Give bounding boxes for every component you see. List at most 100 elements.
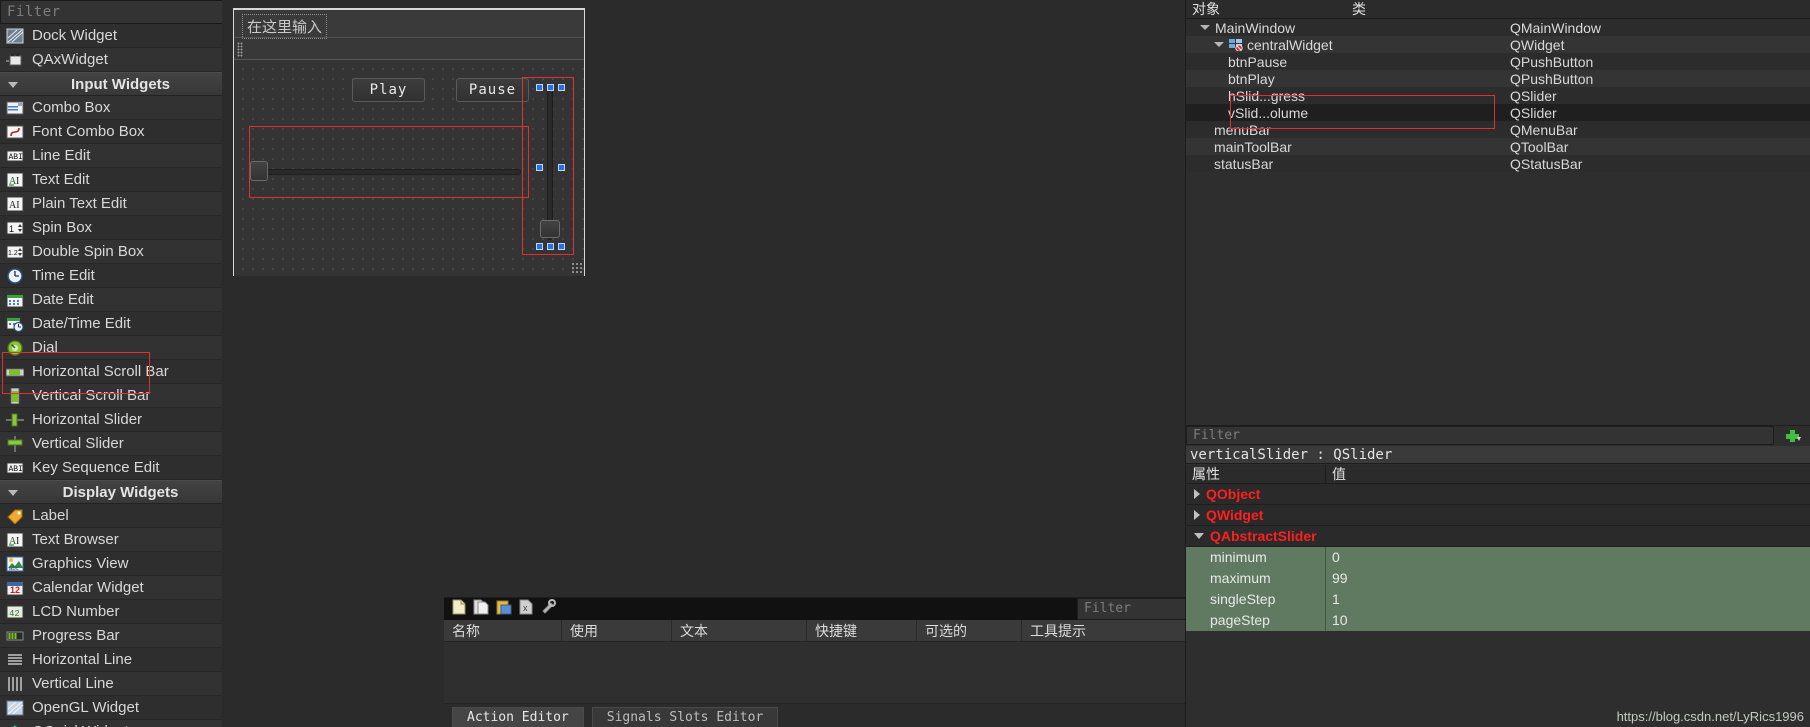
resize-handle-bottom-right[interactable] [558, 243, 565, 250]
object-row-centralwidget[interactable]: centralWidget QWidget [1186, 36, 1810, 53]
toolbar-grip-icon[interactable] [237, 42, 243, 57]
resize-handle-top-left[interactable] [536, 84, 543, 91]
new-action-icon[interactable] [452, 599, 466, 620]
object-row-maintoolbar[interactable]: mainToolBar QToolBar [1186, 138, 1810, 155]
property-row-pageStep[interactable]: pageStep 10 [1186, 609, 1810, 631]
object-row-menubar[interactable]: menuBar QMenuBar [1186, 121, 1810, 138]
property-value[interactable]: 0 [1326, 546, 1810, 568]
property-value[interactable]: 10 [1326, 609, 1810, 631]
delete-action-icon[interactable]: x [519, 599, 533, 620]
widget-item-vertical-scroll-bar[interactable]: Vertical Scroll Bar [0, 384, 241, 408]
tab-signals-slots-editor[interactable]: Signals Slots Editor [591, 707, 779, 727]
widget-item-spin-box[interactable]: 1 Spin Box [0, 216, 241, 240]
property-editor-rows[interactable]: QObject QWidget QAbstractSlider minimum 0 max… [1186, 484, 1810, 727]
property-group-qobject[interactable]: QObject [1186, 484, 1810, 505]
object-class-label: QMenuBar [1510, 121, 1578, 138]
configure-icon[interactable] [540, 598, 558, 620]
horizontal-slider-handle[interactable] [250, 161, 268, 181]
widget-item-graphics-view[interactable]: abc Graphics View [0, 552, 241, 576]
widget-item-label[interactable]: Label [0, 504, 241, 528]
object-name-cell: MainWindow [1186, 20, 1506, 36]
form-tool-bar[interactable] [234, 39, 584, 60]
object-inspector-headers: 对象 类 [1186, 0, 1810, 19]
paste-action-icon[interactable] [496, 599, 512, 620]
property-row-maximum[interactable]: maximum 99 [1186, 567, 1810, 589]
chevron-right-icon[interactable] [1194, 510, 1200, 520]
widget-item-horizontal-scroll-bar[interactable]: Horizontal Scroll Bar [0, 360, 241, 384]
widget-item-qaxwidget[interactable]: QAxWidget [0, 48, 241, 72]
widget-item-horizontal-line[interactable]: Horizontal Line [0, 648, 241, 672]
action-column-header[interactable]: 名称 [444, 620, 562, 641]
form-resize-grip[interactable] [571, 262, 583, 274]
object-row-btnpause[interactable]: btnPause QPushButton [1186, 53, 1810, 70]
widget-item-lcd-number[interactable]: 42 LCD Number [0, 600, 241, 624]
resize-handle-middle-left[interactable] [536, 164, 543, 171]
resize-handle-top-right[interactable] [558, 84, 565, 91]
tab-action-editor[interactable]: Action Editor [452, 707, 584, 727]
chevron-down-icon[interactable] [1194, 533, 1204, 539]
widget-item-dock-widget[interactable]: Dock Widget [0, 24, 241, 48]
action-column-header[interactable]: 快捷键 [807, 620, 917, 641]
widget-item-line-edit[interactable]: ABI Line Edit [0, 144, 241, 168]
widget-item-calendar-widget[interactable]: 12 Calendar Widget [0, 576, 241, 600]
property-group-qabstractslider[interactable]: QAbstractSlider [1186, 526, 1810, 547]
widget-item-qquickwidget[interactable]: QQuickWidget [0, 720, 241, 727]
property-row-singleStep[interactable]: singleStep 1 [1186, 588, 1810, 610]
object-row-btnplay[interactable]: btnPlay QPushButton [1186, 70, 1810, 87]
vertical-slider-handle[interactable] [540, 220, 560, 238]
action-column-header[interactable]: 文本 [672, 620, 807, 641]
pause-button[interactable]: Pause [456, 78, 529, 102]
widget-item-font-combo-box[interactable]: Font Combo Box [0, 120, 241, 144]
widget-item-text-browser[interactable]: A I Text Browser [0, 528, 241, 552]
widget-item-date-time-edit[interactable]: Date/Time Edit [0, 312, 241, 336]
widget-item-horizontal-slider[interactable]: Horizontal Slider [0, 408, 241, 432]
plus-icon[interactable] [1778, 427, 1808, 444]
widget-item-opengl-widget[interactable]: OpenGL Widget [0, 696, 241, 720]
object-row-mainwindow[interactable]: MainWindow QMainWindow [1186, 19, 1810, 36]
widget-item-progress-bar[interactable]: Progress Bar [0, 624, 241, 648]
vertical-slider-groove[interactable] [547, 87, 553, 240]
widget-item-vertical-line[interactable]: Vertical Line [0, 672, 241, 696]
copy-action-icon[interactable] [473, 599, 489, 620]
widget-item-dial[interactable]: Dial [0, 336, 241, 360]
property-row-minimum[interactable]: minimum 0 [1186, 546, 1810, 568]
widget-item-text-edit[interactable]: A I Text Edit [0, 168, 241, 192]
action-column-header[interactable]: 可选的 [917, 620, 1022, 641]
property-editor-filter-input[interactable]: Filter [1186, 426, 1774, 445]
property-value[interactable]: 1 [1326, 588, 1810, 610]
widget-item-date-edit[interactable]: Date Edit [0, 288, 241, 312]
widget-category-input-widgets[interactable]: Input Widgets [0, 72, 241, 96]
chevron-down-icon[interactable] [1214, 42, 1224, 47]
form-menu-bar[interactable]: 在这里输入 [234, 10, 584, 39]
object-inspector-tree[interactable]: MainWindow QMainWindow centralWidget QWidge… [1186, 19, 1810, 172]
action-column-header[interactable]: 使用 [562, 620, 672, 641]
resize-handle-middle-right[interactable] [558, 164, 565, 171]
font-combo-box-icon [6, 124, 24, 140]
chevron-down-icon[interactable] [1200, 25, 1210, 30]
chevron-right-icon[interactable] [1194, 489, 1200, 499]
widget-item-double-spin-box[interactable]: 1.2 Double Spin Box [0, 240, 241, 264]
horizontal-scroll-bar-icon [6, 364, 24, 380]
form-window[interactable]: 在这里输入 Play Pause [233, 8, 585, 276]
menu-type-here-placeholder[interactable]: 在这里输入 [242, 14, 328, 39]
resize-handle-top-center[interactable] [547, 84, 554, 91]
object-row-statusbar[interactable]: statusBar QStatusBar [1186, 155, 1810, 172]
widget-item-key-sequence-edit[interactable]: ABI Key Sequence Edit [0, 456, 241, 480]
horizontal-slider-groove[interactable] [256, 169, 521, 175]
form-canvas[interactable]: Play Pause [234, 60, 584, 276]
play-button[interactable]: Play [352, 78, 425, 102]
property-value[interactable]: 99 [1326, 567, 1810, 589]
widget-box-filter-input[interactable]: Filter [0, 0, 256, 24]
resize-handle-bottom-left[interactable] [536, 243, 543, 250]
widget-box-list[interactable]: Dock Widget QAxWidget Input Widgets Combo B… [0, 24, 241, 727]
widget-category-display-widgets[interactable]: Display Widgets [0, 480, 241, 504]
widget-item-time-edit[interactable]: Time Edit [0, 264, 241, 288]
object-row-hslid-gress[interactable]: hSlid...gress QSlider [1186, 87, 1810, 104]
resize-handle-bottom-center[interactable] [547, 243, 554, 250]
action-editor-toolbar[interactable]: x [444, 598, 1077, 620]
widget-item-combo-box[interactable]: Combo Box [0, 96, 241, 120]
widget-item-vertical-slider[interactable]: Vertical Slider [0, 432, 241, 456]
widget-item-plain-text-edit[interactable]: AI Plain Text Edit [0, 192, 241, 216]
object-row-vslid-olume[interactable]: vSlid...olume QSlider [1186, 104, 1810, 121]
property-group-qwidget[interactable]: QWidget [1186, 505, 1810, 526]
